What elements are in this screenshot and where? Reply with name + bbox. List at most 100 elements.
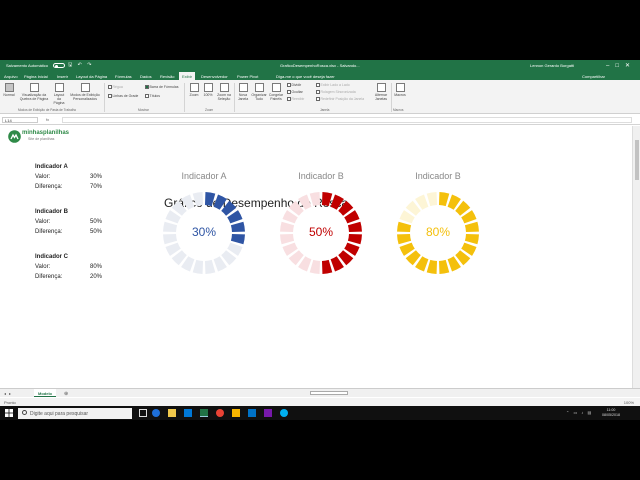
headings-checkbox[interactable]: Títulos — [145, 94, 160, 98]
ribbon: Normal Visualização da Quebra de Página … — [0, 80, 640, 114]
side-by-side-button[interactable]: Exibir Lado a Lado — [316, 83, 350, 87]
donut-segment-empty — [426, 192, 438, 207]
task-view-icon[interactable] — [139, 409, 147, 417]
formula-bar: L14 fx — [0, 115, 640, 125]
chrome-icon[interactable] — [216, 409, 224, 417]
diff-cell[interactable]: 20% — [90, 274, 102, 280]
file-explorer-icon[interactable] — [168, 409, 176, 417]
macros-button[interactable]: Macros — [393, 83, 407, 97]
value-cell[interactable]: 30% — [90, 174, 102, 180]
value-label: Valor: — [35, 174, 51, 180]
switch-windows-label: Alternar Janelas — [374, 93, 388, 101]
tab-power-pivot[interactable]: Power Pivot — [237, 74, 258, 79]
value-cell[interactable]: 50% — [90, 219, 102, 225]
zoom-selection-button[interactable]: Zoom na Seleção — [215, 83, 233, 101]
normal-view-button[interactable]: Normal — [2, 83, 16, 97]
tab-dados[interactable]: Dados — [140, 74, 152, 79]
new-window-label: Nova Janela — [237, 93, 249, 101]
window-controls[interactable]: –□✕ — [606, 62, 636, 69]
formula-input[interactable] — [62, 117, 632, 123]
taskbar-search-box[interactable]: Digite aqui para pesquisar — [18, 407, 132, 419]
tab-pagina-inicial[interactable]: Página Inicial — [24, 74, 48, 79]
indicator-value-row: Valor: 80% — [35, 264, 105, 274]
edge-icon[interactable] — [152, 409, 160, 417]
sync-scroll-button[interactable]: Rolagem Sincronizada — [316, 90, 356, 94]
page-break-button[interactable]: Visualização da Quebra de Página — [18, 83, 50, 101]
donut-value-a: 30% — [191, 225, 217, 239]
indicator-b-block: Indicador B Valor: 50% Diferença: 50% — [35, 209, 105, 239]
ribbon-tabs: Arquivo Página Inicial Inserir Layout da… — [0, 71, 640, 80]
outlook-icon[interactable] — [248, 409, 256, 417]
arrange-all-label: Organizar Tudo — [251, 93, 267, 101]
diff-label: Diferença: — [35, 184, 63, 190]
tab-arquivo[interactable]: Arquivo — [4, 74, 18, 79]
unhide-button[interactable]: Reexibir — [287, 97, 304, 101]
clock-date: 08/05/2018 — [602, 412, 620, 417]
group-window-label: Janela — [320, 108, 330, 112]
hide-button[interactable]: Ocultar — [287, 90, 303, 94]
zoom-100-button[interactable]: 100% — [202, 83, 214, 97]
indicator-value-row: Valor: 30% — [35, 174, 105, 184]
autosave-toggle[interactable] — [53, 63, 65, 68]
ribbon-separator — [234, 83, 235, 112]
store-icon[interactable] — [184, 409, 192, 417]
switch-windows-icon — [376, 83, 386, 92]
excel-window: Salvamento Automático 🖫 ↶ ↷ GraficoDesem… — [0, 60, 640, 420]
new-window-icon — [238, 83, 248, 92]
document-title: GraficoDesempenhoRosca.xlsx - Salvando..… — [280, 63, 360, 68]
taskbar-clock[interactable]: 11:00 08/05/2018 — [602, 408, 620, 418]
zoom-level[interactable]: 100% — [624, 400, 634, 405]
ribbon-separator — [104, 83, 105, 112]
value-cell[interactable]: 80% — [90, 264, 102, 270]
indicator-diff-row: Diferença: 70% — [35, 184, 105, 194]
horizontal-scrollbar[interactable] — [310, 391, 348, 395]
tab-formulas[interactable]: Fórmulas — [115, 74, 132, 79]
tab-exibir[interactable]: Exibir — [179, 72, 196, 80]
excel-taskbar-icon[interactable] — [200, 409, 208, 417]
user-name[interactable]: Lennon Gerardo Borgatti — [530, 63, 574, 68]
tell-me-search[interactable]: Diga-me o que você deseja fazer — [276, 74, 335, 79]
system-tray[interactable]: ⌃ ▭ ♪ ▤ — [566, 410, 593, 415]
ribbon-separator — [184, 83, 185, 112]
page-layout-label: Layout da Página — [53, 93, 65, 105]
new-window-button[interactable]: Nova Janela — [236, 83, 250, 101]
sheet-tab-modelo[interactable]: Modelo — [34, 389, 56, 397]
sticky-notes-icon[interactable] — [232, 409, 240, 417]
formula-bar-checkbox[interactable]: Barra de Fórmulas — [145, 85, 178, 89]
scrollbar-thumb[interactable] — [635, 140, 639, 180]
indicator-a-block: Indicador A Valor: 30% Diferença: 70% — [35, 164, 105, 194]
zoom-button[interactable]: Zoom — [187, 83, 201, 97]
share-button[interactable]: Compartilhar — [582, 74, 605, 79]
freeze-panes-button[interactable]: Congelar Painéis — [268, 83, 284, 101]
donut-title-a: Indicador A — [181, 171, 227, 181]
arrange-all-button[interactable]: Organizar Tudo — [251, 83, 267, 101]
tab-desenvolvedor[interactable]: Desenvolvedor — [201, 74, 228, 79]
split-button[interactable]: Dividir — [287, 83, 301, 87]
indicator-title: Indicador A — [35, 164, 68, 170]
page-break-label: Visualização da Quebra de Página — [19, 93, 49, 101]
vertical-scrollbar[interactable] — [632, 126, 640, 394]
indicator-title: Indicador B — [35, 209, 69, 215]
gridlines-checkbox[interactable]: Linhas de Grade — [108, 94, 138, 98]
donut-segment-filled — [438, 192, 450, 207]
sheet-nav-arrows[interactable]: ◂▸ — [4, 391, 14, 396]
page-layout-button[interactable]: Layout da Página — [52, 83, 66, 105]
ruler-checkbox[interactable]: Régua — [108, 85, 123, 89]
tab-inserir[interactable]: Inserir — [57, 74, 68, 79]
reset-window-button[interactable]: Redefinir Posição da Janela — [316, 97, 364, 101]
diff-cell[interactable]: 70% — [90, 184, 102, 190]
add-sheet-button[interactable]: ⊕ — [64, 391, 68, 397]
onenote-icon[interactable] — [264, 409, 272, 417]
switch-windows-button[interactable]: Alternar Janelas — [372, 83, 390, 101]
tab-revisao[interactable]: Revisão — [160, 74, 174, 79]
skype-icon[interactable] — [280, 409, 288, 417]
zoom-100-icon — [203, 83, 213, 92]
tab-layout-pagina[interactable]: Layout da Página — [76, 74, 107, 79]
quick-access-toolbar[interactable]: 🖫 ↶ ↷ — [68, 62, 93, 70]
name-box[interactable]: L14 — [2, 117, 38, 123]
diff-cell[interactable]: 50% — [90, 229, 102, 235]
donut-segment-filled — [321, 192, 333, 207]
fx-icon[interactable]: fx — [46, 117, 49, 122]
custom-views-button[interactable]: Modos de Exibição Personalizados — [68, 83, 102, 101]
windows-start-icon[interactable] — [5, 409, 13, 417]
